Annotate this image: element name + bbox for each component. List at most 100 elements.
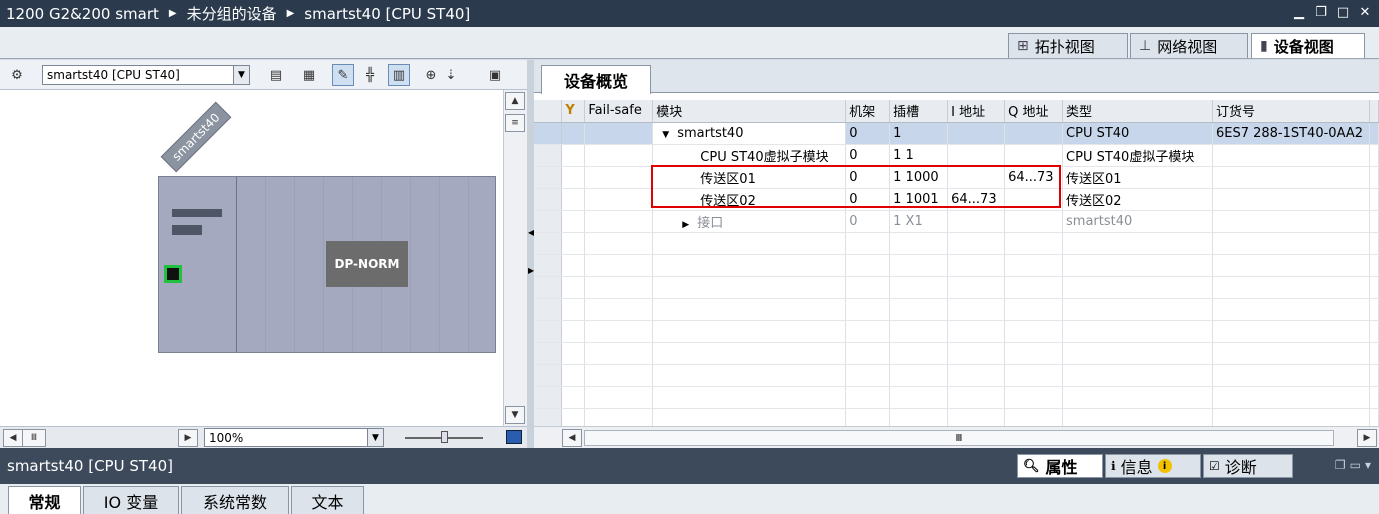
chevron-down-icon[interactable]: ▼ — [233, 66, 249, 84]
chevron-down-icon[interactable]: ▼ — [367, 429, 383, 446]
properties-icon: 🔍︎ — [1023, 458, 1040, 474]
info-tab[interactable]: ℹ 信息 i — [1105, 454, 1201, 478]
scroll-left-icon[interactable]: ◀ — [562, 429, 582, 447]
device-name-label: smartst40 — [160, 101, 232, 173]
device-select-dropdown[interactable]: smartst40 [CPU ST40] ▼ — [42, 65, 250, 85]
diagnostics-tab[interactable]: ☑ 诊断 — [1203, 454, 1293, 478]
window-title-bar: 1200 G2&200 smart ▶ 未分组的设备 ▶ smartst40 [… — [0, 0, 1379, 27]
scroll-up-icon[interactable]: ▲ — [505, 92, 525, 110]
zoom-in-icon[interactable]: ⊕ — [420, 64, 442, 86]
cpu-led-bar — [172, 209, 222, 217]
device-rack[interactable]: DP-NORM — [158, 176, 496, 353]
overview-icon[interactable] — [506, 430, 522, 444]
scroll-right-icon[interactable]: ▶ — [178, 429, 198, 447]
table-header-row: Y Fail-safe 模块 机架 插槽 I 地址 Q 地址 类型 订货号 — [534, 100, 1379, 123]
empty-row — [534, 342, 1379, 365]
cpu-module[interactable] — [159, 177, 237, 352]
info-icon: ℹ — [1111, 459, 1116, 473]
table-row[interactable]: CPU ST40虚拟子模块 0 1 1 CPU ST40虚拟子模块 — [534, 144, 1379, 167]
table-row[interactable]: ▶ 接口 0 1 X1 smartst40 — [534, 210, 1379, 233]
zoom-options-icon[interactable]: ⇣ — [440, 64, 462, 86]
maximize-icon[interactable]: □ — [1335, 4, 1351, 20]
empty-row — [534, 320, 1379, 343]
tab-general[interactable]: 常规 — [8, 486, 81, 514]
zoom-slider[interactable] — [405, 431, 483, 443]
empty-row — [534, 232, 1379, 255]
dp-norm-module[interactable]: DP-NORM — [326, 241, 408, 287]
column-header-type[interactable]: 类型 — [1062, 100, 1213, 123]
title-group: 未分组的设备 — [186, 5, 277, 23]
column-header-failsafe[interactable]: Fail-safe — [584, 100, 654, 123]
view-tabs-bar: ⊞ 拓扑视图 ⊥ 网络视图 ▮ 设备视图 — [0, 27, 1379, 59]
device-view-icon: ▮ — [1260, 38, 1268, 54]
column-header-q-address[interactable]: Q 地址 — [1004, 100, 1064, 123]
tab-network-view[interactable]: ⊥ 网络视图 — [1130, 33, 1248, 58]
device-canvas[interactable]: smartst40 DP-NORM — [0, 90, 503, 426]
inspector-tabs: 常规 IO 变量 系统常数 文本 — [0, 484, 1379, 514]
device-overview-table: Y Fail-safe 模块 机架 插槽 I 地址 Q 地址 类型 订货号 ▼ s… — [534, 100, 1379, 431]
warning-badge-icon: i — [1157, 459, 1172, 473]
scroll-right-icon[interactable]: ▶ — [1357, 429, 1377, 447]
inspector-window-controls[interactable]: ❐ ▭ ▾ — [1335, 458, 1371, 472]
scroll-left-icon[interactable]: ◀ — [3, 429, 23, 447]
highlight-box — [651, 165, 1061, 208]
horizontal-scroll-thumb[interactable]: Ⅲ — [584, 430, 1334, 446]
panel-splitter[interactable]: ◀ ▶ — [527, 60, 534, 448]
table-row[interactable]: ▼ smartst40 0 1 CPU ST40 6ES7 288-1ST40-0… — [534, 122, 1379, 145]
show-names-icon[interactable]: ▦ — [298, 64, 320, 86]
properties-tab[interactable]: 🔍︎ 属性 — [1017, 454, 1103, 478]
tab-topology-view[interactable]: ⊞ 拓扑视图 — [1008, 33, 1128, 58]
network-view-icon: ⊥ — [1139, 38, 1152, 54]
table-view-icon[interactable]: ▥ — [388, 64, 410, 86]
grid-icon[interactable]: ╬ — [359, 64, 381, 86]
scroll-thumb[interactable]: ≡ — [505, 114, 525, 132]
float-window-icon[interactable]: ❐ — [1335, 458, 1346, 472]
scroll-down-icon[interactable]: ▼ — [505, 406, 525, 424]
column-header-order-number[interactable]: 订货号 — [1212, 100, 1370, 123]
overview-tab-bar: 设备概览 — [534, 60, 1379, 94]
cpu-led-bar — [172, 225, 202, 235]
zoom-dropdown[interactable]: 100% ▼ — [204, 428, 384, 447]
ethernet-port-icon[interactable] — [164, 265, 182, 283]
overview-navigation-icon[interactable]: ▣ — [484, 64, 506, 86]
minimize-icon[interactable]: ▁ — [1291, 4, 1307, 20]
title-project: 1200 G2&200 smart — [6, 4, 159, 23]
canvas-bottom-bar: ◀ Ⅲ ▶ 100% ▼ — [0, 426, 527, 448]
network-overview-icon[interactable]: ▤ — [265, 64, 287, 86]
canvas-vertical-scrollbar[interactable]: ▲ ≡ ▼ — [503, 90, 527, 426]
column-header-slot[interactable]: 插槽 — [889, 100, 949, 123]
device-tree-icon[interactable]: ⚙ — [6, 64, 28, 86]
horizontal-scroll-thumb[interactable]: Ⅲ — [22, 429, 46, 447]
zoom-slider-handle[interactable] — [441, 431, 448, 443]
chevron-down-icon[interactable]: ▾ — [1365, 458, 1371, 472]
overview-horizontal-scrollbar[interactable]: ◀ Ⅲ ▶ — [534, 426, 1379, 448]
diagnostics-icon: ☑ — [1209, 459, 1220, 473]
close-icon[interactable]: ✕ — [1357, 4, 1373, 20]
tab-device-view[interactable]: ▮ 设备视图 — [1251, 33, 1365, 58]
empty-row — [534, 276, 1379, 299]
device-overview-panel: 设备概览 Y Fail-safe 模块 机架 插槽 I 地址 Q 地址 类型 订… — [534, 60, 1379, 448]
empty-row — [534, 386, 1379, 409]
topology-view-icon: ⊞ — [1017, 38, 1029, 54]
minimize-panel-icon[interactable]: ▭ — [1350, 458, 1361, 472]
tab-system-constants[interactable]: 系统常数 — [181, 486, 289, 514]
inspector-header: smartst40 [CPU ST40] 🔍︎ 属性 ℹ 信息 i ☑ 诊断 ❐… — [0, 448, 1379, 484]
selected-object-label: smartst40 [CPU ST40] — [7, 457, 173, 475]
breadcrumb-separator-icon: ▶ — [168, 8, 177, 19]
failsafe-icon: Y — [561, 100, 586, 123]
column-header-i-address[interactable]: I 地址 — [947, 100, 1006, 123]
expand-icon[interactable]: ▶ — [682, 220, 689, 230]
restore-icon[interactable]: ❐ — [1313, 4, 1329, 20]
tab-device-overview[interactable]: 设备概览 — [541, 65, 651, 94]
column-header-gutter — [534, 100, 563, 123]
tab-io-tags[interactable]: IO 变量 — [83, 486, 179, 514]
tab-texts[interactable]: 文本 — [291, 486, 364, 514]
column-header-rack[interactable]: 机架 — [845, 100, 891, 123]
breadcrumb-separator-icon: ▶ — [286, 8, 295, 19]
empty-row — [534, 298, 1379, 321]
collapse-icon[interactable]: ▼ — [662, 130, 669, 140]
title-device: smartst40 [CPU ST40] — [304, 4, 471, 23]
column-header-module[interactable]: 模块 — [652, 100, 847, 123]
draw-connection-icon[interactable]: ✎ — [332, 64, 354, 86]
window-controls: ▁ ❐ □ ✕ — [1291, 4, 1373, 20]
